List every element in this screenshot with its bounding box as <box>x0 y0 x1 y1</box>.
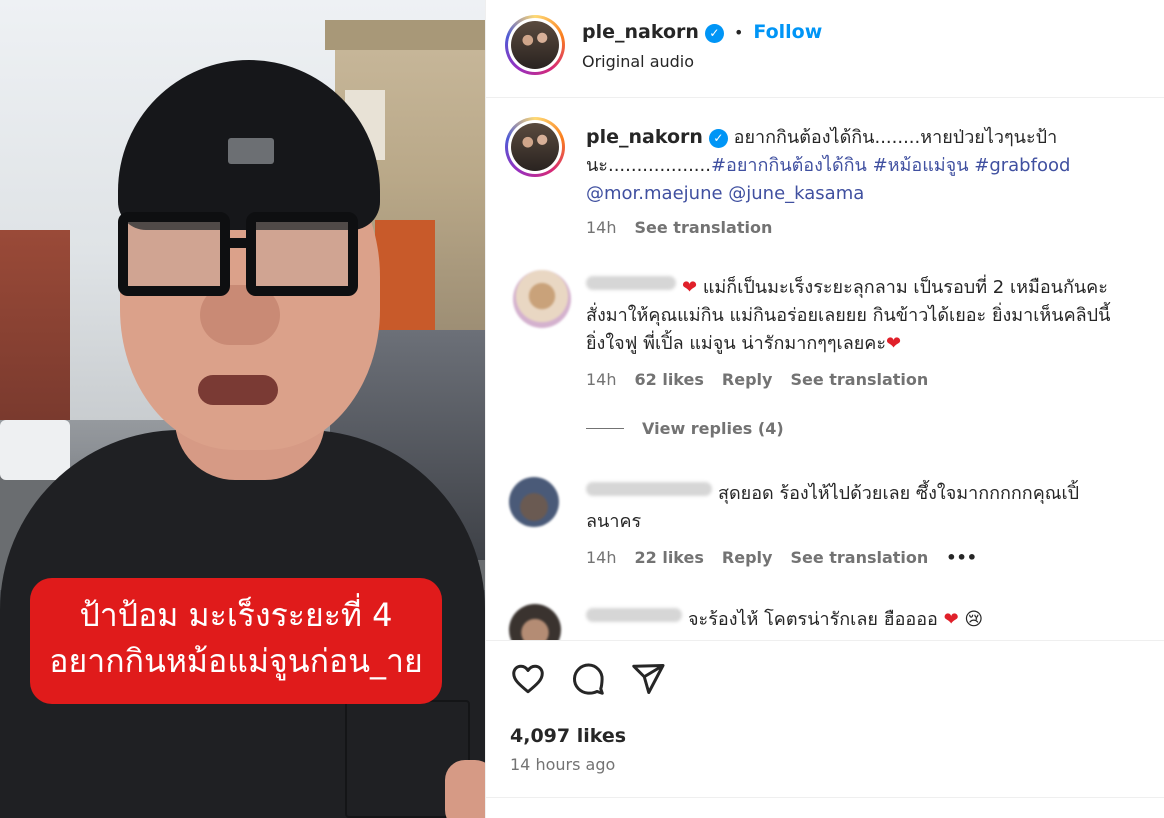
cap-logo <box>228 138 274 164</box>
caption-line1: ple_nakorn ✓ อยากกินต้องได้กิน........หาย… <box>586 123 1156 152</box>
header-user-line: ple_nakorn ✓ • Follow <box>582 21 822 43</box>
view-replies-line <box>586 428 624 429</box>
avatar-inner <box>508 18 562 72</box>
caption-username[interactable]: ple_nakorn <box>586 126 703 148</box>
comment-1: ❤ แม่ก็เป็นมะเร็งระยะลุกลาม เป็นรอบที่ 2… <box>586 274 1161 438</box>
caption-time: 14h <box>586 218 617 237</box>
like-count[interactable]: 4,097 likes <box>510 725 626 747</box>
author-avatar[interactable] <box>505 15 565 75</box>
comment-time: 14h <box>586 548 617 567</box>
view-replies-button[interactable]: View replies (4) <box>586 419 1161 438</box>
share-icon[interactable] <box>630 661 666 697</box>
post-header: ple_nakorn ✓ • Follow Original audio <box>486 0 1164 98</box>
heart-icon[interactable] <box>510 661 546 697</box>
comment-2: สุดยอด ร้องไห้ไปด้วยเลย ซึ้งใจมากกกกกคุณ… <box>586 480 1161 567</box>
see-translation-button[interactable]: See translation <box>790 548 928 567</box>
caption-text: อยากกินต้องได้กิน........หายป่วยไวๆนะป้า <box>733 127 1058 148</box>
video-caption-line2: อยากกินหม้อแม่จูนก่อน_าย <box>49 642 423 680</box>
video-caption: ป้าป้อม มะเร็งระยะที่ 4 อยากกินหม้อแม่จู… <box>30 578 442 704</box>
caption-see-translation[interactable]: See translation <box>635 218 773 237</box>
person-hand <box>445 760 485 818</box>
heart-emoji-icon: ❤ <box>943 609 959 630</box>
avatar-photo <box>511 21 559 69</box>
comment-likes[interactable]: 62 likes <box>635 370 704 389</box>
glasses-lens-right <box>246 212 358 296</box>
caption-line2: นะ..................#อยากกินต้องได้กิน #… <box>586 152 1156 180</box>
comment-avatar[interactable] <box>513 270 571 328</box>
verified-icon: ✓ <box>704 24 724 43</box>
comment-1-text-3: ยิ่งใจฟู พี่เปิ้ล แม่จูน น่ารักมากๆๆเลยค… <box>586 333 886 354</box>
follow-button[interactable]: Follow <box>753 21 822 43</box>
building-orange-wall <box>375 220 435 340</box>
background-building-left <box>0 230 70 420</box>
actions-divider <box>486 797 1164 798</box>
caption-meta: 14h See translation <box>586 218 1156 237</box>
comment-username-blurred[interactable] <box>586 608 682 622</box>
post-media[interactable]: ป้าป้อม มะเร็งระยะที่ 4 อยากกินหม้อแม่จู… <box>0 0 485 818</box>
comment-icon[interactable] <box>570 661 606 697</box>
post-panel: ple_nakorn ✓ • Follow Original audio ple_na… <box>485 0 1164 818</box>
post-actions: 4,097 likes 14 hours ago <box>486 640 1164 818</box>
comment-1-line2: สั่งมาให้คุณแม่กิน แม่กินอร่อยเลยยย กินข… <box>586 305 1111 326</box>
background-car-left <box>0 420 70 480</box>
post-timestamp[interactable]: 14 hours ago <box>510 755 615 774</box>
caption-mentions[interactable]: @mor.maejune @june_kasama <box>586 180 1156 208</box>
comment-likes[interactable]: 22 likes <box>635 548 704 567</box>
comment-1-line1: ❤ แม่ก็เป็นมะเร็งระยะลุกลาม เป็นรอบที่ 2… <box>586 274 1161 302</box>
avatar-photo <box>511 123 559 171</box>
caption-hashtags[interactable]: #อยากกินต้องได้กิน #หม้อแม่จูน #grabfood <box>711 155 1070 176</box>
person-glasses <box>118 212 362 298</box>
comment-3-text-1: จะร้องไห้ โคตรน่ารักเลย ฮืออออ <box>688 609 938 630</box>
reply-button[interactable]: Reply <box>722 370 773 389</box>
comment-3: จะร้องไห้ โคตรน่ารักเลย ฮืออออ ❤ 😢 <box>586 606 1161 634</box>
comment-time: 14h <box>586 370 617 389</box>
verified-icon: ✓ <box>708 129 728 148</box>
post-caption: ple_nakorn ✓ อยากกินต้องได้กิน........หาย… <box>586 123 1156 237</box>
glasses-lens-left <box>118 212 230 296</box>
comment-2-line1: สุดยอด ร้องไห้ไปด้วยเลย ซึ้งใจมากกกกกคุณ… <box>586 480 1161 508</box>
comment-3-line1: จะร้องไห้ โคตรน่ารักเลย ฮืออออ ❤ 😢 <box>586 606 1161 634</box>
comment-avatar[interactable] <box>509 477 559 527</box>
avatar-inner <box>508 120 562 174</box>
audio-label[interactable]: Original audio <box>582 52 694 71</box>
more-options-icon[interactable]: ••• <box>946 548 977 567</box>
video-caption-line1: ป้าป้อม มะเร็งระยะที่ 4 <box>79 596 393 634</box>
comment-2-line2: ลนาคร <box>586 511 642 532</box>
comment-1-text-1: แม่ก็เป็นมะเร็งระยะลุกลาม เป็นรอบที่ 2 เ… <box>702 277 1108 298</box>
comment-1-line3: ยิ่งใจฟู พี่เปิ้ล แม่จูน น่ารักมากๆๆเลยค… <box>586 330 1161 358</box>
comment-username-blurred[interactable] <box>586 276 676 290</box>
comments-area[interactable]: ple_nakorn ✓ อยากกินต้องได้กิน........หาย… <box>486 99 1164 640</box>
header-username[interactable]: ple_nakorn <box>582 21 699 43</box>
caption-author-avatar[interactable] <box>505 117 565 177</box>
view-replies-label: View replies (4) <box>642 419 784 438</box>
person-mouth <box>198 375 278 405</box>
separator-dot: • <box>733 23 744 42</box>
caption-text-cont: นะ.................. <box>586 155 711 176</box>
comment-1-meta: 14h 62 likes Reply See translation <box>586 370 1161 389</box>
see-translation-button[interactable]: See translation <box>790 370 928 389</box>
reply-button[interactable]: Reply <box>722 548 773 567</box>
building-roof <box>325 20 485 50</box>
heart-emoji-icon: ❤ <box>886 333 902 354</box>
comment-avatar[interactable] <box>509 604 561 640</box>
comment-2-text-1: สุดยอด ร้องไห้ไปด้วยเลย ซึ้งใจมากกกกกคุณ… <box>718 483 1080 504</box>
heart-emoji-icon: ❤ <box>682 277 698 298</box>
crying-face-emoji-icon: 😢 <box>964 609 984 630</box>
comment-username-blurred[interactable] <box>586 482 712 496</box>
comment-2-meta: 14h 22 likes Reply See translation ••• <box>586 548 1161 567</box>
